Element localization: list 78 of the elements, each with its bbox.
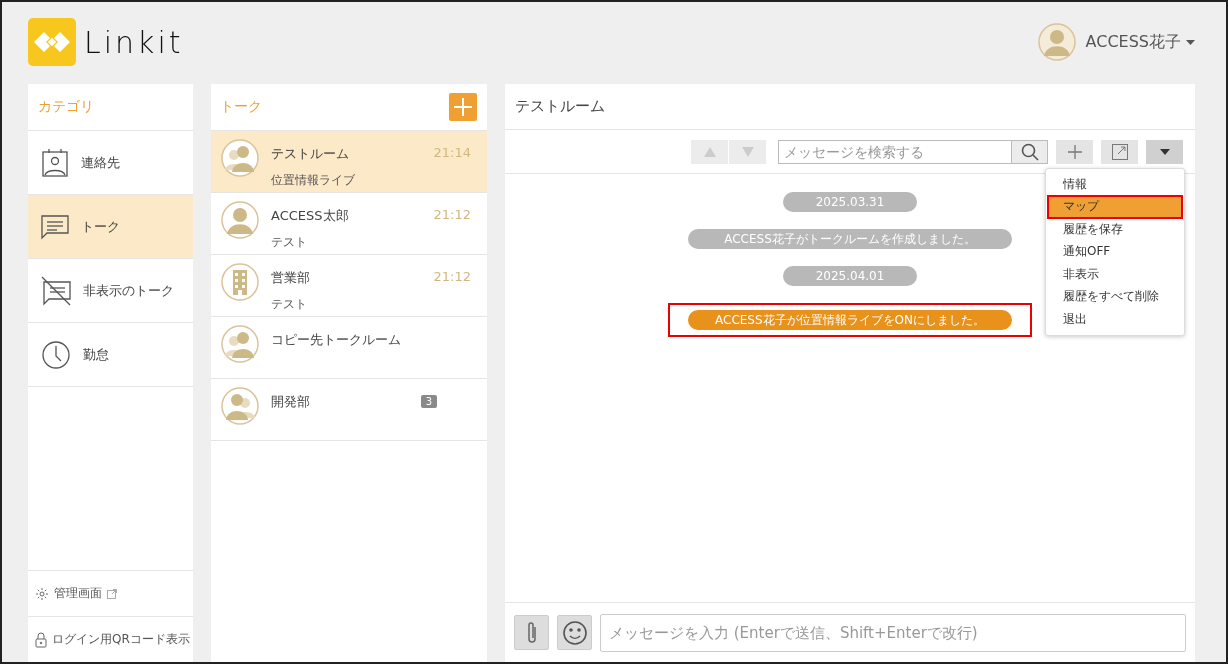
clock-icon	[41, 339, 71, 370]
expand-icon	[1111, 143, 1128, 160]
emoji-button[interactable]	[557, 615, 592, 650]
group-avatar-icon	[221, 139, 259, 177]
previous-match-button[interactable]	[691, 139, 728, 164]
talk-room-item[interactable]: コピー先トークルーム	[211, 317, 487, 379]
gear-icon	[35, 586, 49, 601]
link-label: 管理画面	[54, 585, 102, 602]
menu-item[interactable]: 情報	[1046, 173, 1184, 196]
menu-toggle-button[interactable]	[1146, 139, 1183, 164]
group-avatar-icon	[221, 325, 259, 363]
contact-card-icon	[41, 147, 69, 178]
hidden-chat-icon	[41, 275, 71, 306]
room-time: 21:12	[433, 268, 471, 286]
expand-button[interactable]	[1101, 139, 1138, 164]
talk-room-item[interactable]: テストルーム 21:14 位置情報ライブ	[211, 131, 487, 193]
search-icon	[1020, 142, 1039, 161]
menu-item[interactable]: 履歴を保存	[1046, 218, 1184, 241]
external-link-icon	[107, 588, 117, 599]
caret-icon	[1186, 39, 1195, 45]
panel-title: トーク	[220, 98, 262, 116]
search-button[interactable]	[1012, 139, 1048, 164]
footer-link[interactable]: ログイン用QRコード表示	[28, 616, 193, 662]
message-input[interactable]: メッセージを入力 (Enterで送信、Shift+Enterで改行)	[600, 613, 1186, 652]
next-match-button[interactable]	[729, 139, 766, 164]
date-divider: 2025.03.31	[783, 192, 917, 212]
footer-link[interactable]: 管理画面	[28, 570, 193, 616]
padlock-icon	[35, 631, 47, 648]
search-field[interactable]: メッセージを検索する	[778, 139, 1012, 164]
talk-room-item[interactable]: ACCESS太郎 21:12 テスト	[211, 193, 487, 255]
up-triangle-icon	[703, 146, 716, 157]
caret-icon	[1159, 148, 1170, 155]
building-avatar-icon	[221, 263, 259, 301]
group-avatar-icon	[221, 387, 259, 425]
menu-item[interactable]: 通知OFF	[1046, 240, 1184, 263]
room-preview: テスト	[271, 234, 308, 251]
category-label: トーク	[81, 217, 120, 236]
talk-room-item[interactable]: 営業部 21:12 テスト	[211, 255, 487, 317]
smiley-icon	[561, 619, 588, 646]
room-time: 21:12	[433, 206, 471, 224]
logo-text: Linkit	[84, 24, 184, 60]
unread-count: 3	[420, 395, 437, 408]
menu-item[interactable]: 非表示	[1046, 263, 1184, 286]
room-time: 21:14	[433, 144, 471, 162]
room-name: テストルーム	[271, 145, 350, 163]
room-preview: テスト	[271, 296, 308, 313]
talk-room-item[interactable]: 開発部 3	[211, 379, 487, 441]
menu-item[interactable]: 履歴をすべて削除	[1046, 285, 1184, 308]
logo-icon	[28, 18, 76, 66]
menu-item[interactable]: マップ	[1048, 195, 1182, 218]
system-message: ACCESS花子がトークルームを作成しました。	[688, 229, 1012, 249]
plus-icon	[454, 98, 472, 116]
room-name: コピー先トークルーム	[271, 331, 402, 349]
category-label: 連絡先	[81, 153, 120, 172]
add-button[interactable]	[1056, 139, 1093, 164]
new-talk-button[interactable]	[449, 93, 477, 121]
panel-title: カテゴリ	[28, 84, 193, 131]
menu-item[interactable]: 退出	[1046, 308, 1184, 331]
room-name: ACCESS太郎	[271, 207, 350, 225]
category-item[interactable]: 非表示のトーク	[28, 259, 193, 323]
category-item[interactable]: 勤怠	[28, 323, 193, 387]
user-name[interactable]: ACCESS花子	[1085, 31, 1181, 53]
person-avatar-icon	[221, 201, 259, 239]
system-message: ACCESS花子が位置情報ライブをONにしました。	[688, 310, 1012, 330]
down-triangle-icon	[741, 146, 754, 157]
category-label: 勤怠	[83, 345, 109, 364]
room-name: 営業部	[271, 269, 311, 287]
date-divider: 2025.04.01	[783, 266, 917, 286]
link-label: ログイン用QRコード表示	[52, 631, 190, 648]
room-preview: 位置情報ライブ	[271, 172, 356, 189]
plus-icon	[1067, 144, 1082, 159]
category-label: 非表示のトーク	[83, 281, 174, 300]
room-title: テストルーム	[505, 84, 1195, 130]
attach-button[interactable]	[514, 615, 549, 650]
category-item[interactable]: トーク	[28, 195, 193, 259]
chat-bubble-icon	[41, 213, 69, 240]
user-avatar-icon	[1037, 23, 1076, 61]
room-name: 開発部	[271, 393, 311, 411]
